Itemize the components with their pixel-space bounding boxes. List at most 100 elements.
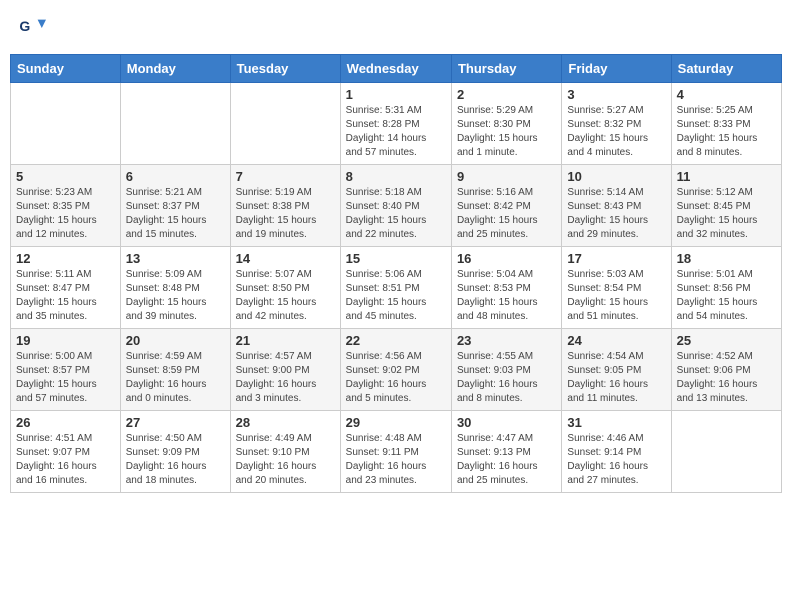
day-number: 30 [457,415,556,430]
day-info: Sunrise: 5:06 AM Sunset: 8:51 PM Dayligh… [346,268,446,324]
column-header-thursday: Thursday [451,55,561,83]
day-number: 12 [16,251,115,266]
day-number: 25 [677,333,776,348]
calendar-cell: 3 Sunrise: 5:27 AM Sunset: 8:32 PM Daylig… [562,83,671,165]
calendar-table: SundayMondayTuesdayWednesdayThursdayFrid… [10,54,782,493]
day-number: 27 [126,415,225,430]
day-info: Sunrise: 5:07 AM Sunset: 8:50 PM Dayligh… [236,268,335,324]
calendar-cell: 9 Sunrise: 5:16 AM Sunset: 8:42 PM Daylig… [451,165,561,247]
day-info: Sunrise: 4:54 AM Sunset: 9:05 PM Dayligh… [567,350,665,406]
calendar-cell: 19 Sunrise: 5:00 AM Sunset: 8:57 PM Dayli… [11,329,121,411]
day-number: 15 [346,251,446,266]
calendar-cell: 7 Sunrise: 5:19 AM Sunset: 8:38 PM Daylig… [230,165,340,247]
calendar-cell [671,411,781,493]
column-header-wednesday: Wednesday [340,55,451,83]
calendar-cell: 4 Sunrise: 5:25 AM Sunset: 8:33 PM Daylig… [671,83,781,165]
day-info: Sunrise: 4:46 AM Sunset: 9:14 PM Dayligh… [567,432,665,488]
day-number: 23 [457,333,556,348]
calendar-cell [11,83,121,165]
calendar-cell: 5Sunrise: 5:23 AM Sunset: 8:35 PM Daylig… [11,165,121,247]
calendar-cell: 22Sunrise: 4:56 AM Sunset: 9:02 PM Dayli… [340,329,451,411]
calendar-cell: 13 Sunrise: 5:09 AM Sunset: 8:48 PM Dayli… [120,247,230,329]
day-info: Sunrise: 5:18 AM Sunset: 8:40 PM Dayligh… [346,186,446,242]
calendar-cell: 26Sunrise: 4:51 AM Sunset: 9:07 PM Dayli… [11,411,121,493]
svg-text:G: G [19,18,30,34]
day-info: Sunrise: 5:25 AM Sunset: 8:33 PM Dayligh… [677,104,776,160]
day-number: 10 [567,169,665,184]
day-info: Sunrise: 5:03 AM Sunset: 8:54 PM Dayligh… [567,268,665,324]
day-info: Sunrise: 4:47 AM Sunset: 9:13 PM Dayligh… [457,432,556,488]
day-number: 17 [567,251,665,266]
calendar-cell: 15 Sunrise: 5:06 AM Sunset: 8:51 PM Dayli… [340,247,451,329]
logo-icon: G [18,14,46,42]
day-number: 9 [457,169,556,184]
calendar-week-row: 26Sunrise: 4:51 AM Sunset: 9:07 PM Dayli… [11,411,782,493]
day-number: 1 [346,87,446,102]
day-number: 16 [457,251,556,266]
day-number: 11 [677,169,776,184]
day-number: 18 [677,251,776,266]
calendar-cell: 23Sunrise: 4:55 AM Sunset: 9:03 PM Dayli… [451,329,561,411]
day-number: 4 [677,87,776,102]
day-number: 20 [126,333,225,348]
calendar-cell: 21 Sunrise: 4:57 AM Sunset: 9:00 PM Dayli… [230,329,340,411]
day-info: Sunrise: 5:31 AM Sunset: 8:28 PM Dayligh… [346,104,446,160]
day-number: 3 [567,87,665,102]
day-info: Sunrise: 5:09 AM Sunset: 8:48 PM Dayligh… [126,268,225,324]
calendar-cell: 30 Sunrise: 4:47 AM Sunset: 9:13 PM Dayli… [451,411,561,493]
day-number: 7 [236,169,335,184]
calendar-cell: 27 Sunrise: 4:50 AM Sunset: 9:09 PM Dayli… [120,411,230,493]
day-number: 2 [457,87,556,102]
calendar-cell: 25 Sunrise: 4:52 AM Sunset: 9:06 PM Dayli… [671,329,781,411]
calendar-cell: 24 Sunrise: 4:54 AM Sunset: 9:05 PM Dayli… [562,329,671,411]
day-number: 8 [346,169,446,184]
day-info: Sunrise: 5:12 AM Sunset: 8:45 PM Dayligh… [677,186,776,242]
day-info: Sunrise: 4:52 AM Sunset: 9:06 PM Dayligh… [677,350,776,406]
logo: G [18,14,48,42]
day-info: Sunrise: 5:04 AM Sunset: 8:53 PM Dayligh… [457,268,556,324]
day-info: Sunrise: 5:29 AM Sunset: 8:30 PM Dayligh… [457,104,556,160]
calendar-cell: 12 Sunrise: 5:11 AM Sunset: 8:47 PM Dayli… [11,247,121,329]
calendar-cell: 29 Sunrise: 4:48 AM Sunset: 9:11 PM Dayli… [340,411,451,493]
day-info: Sunrise: 5:11 AM Sunset: 8:47 PM Dayligh… [16,268,115,324]
day-number: 5 [16,169,115,184]
calendar-cell: 2 Sunrise: 5:29 AM Sunset: 8:30 PM Daylig… [451,83,561,165]
day-info: Sunrise: 5:01 AM Sunset: 8:56 PM Dayligh… [677,268,776,324]
calendar-week-row: 5Sunrise: 5:23 AM Sunset: 8:35 PM Daylig… [11,165,782,247]
day-info: Sunrise: 4:59 AM Sunset: 8:59 PM Dayligh… [126,350,225,406]
day-info: Sunrise: 5:00 AM Sunset: 8:57 PM Dayligh… [16,350,115,406]
calendar-week-row: 1 Sunrise: 5:31 AM Sunset: 8:28 PM Daylig… [11,83,782,165]
calendar-cell: 14 Sunrise: 5:07 AM Sunset: 8:50 PM Dayli… [230,247,340,329]
day-number: 13 [126,251,225,266]
day-info: Sunrise: 4:49 AM Sunset: 9:10 PM Dayligh… [236,432,335,488]
day-number: 14 [236,251,335,266]
day-number: 28 [236,415,335,430]
day-info: Sunrise: 5:27 AM Sunset: 8:32 PM Dayligh… [567,104,665,160]
day-number: 19 [16,333,115,348]
day-number: 31 [567,415,665,430]
calendar-cell: 17 Sunrise: 5:03 AM Sunset: 8:54 PM Dayli… [562,247,671,329]
column-header-tuesday: Tuesday [230,55,340,83]
calendar-cell: 6Sunrise: 5:21 AM Sunset: 8:37 PM Daylig… [120,165,230,247]
calendar-cell: 8 Sunrise: 5:18 AM Sunset: 8:40 PM Daylig… [340,165,451,247]
day-number: 24 [567,333,665,348]
day-number: 21 [236,333,335,348]
calendar-cell: 18 Sunrise: 5:01 AM Sunset: 8:56 PM Dayli… [671,247,781,329]
calendar-cell: 31 Sunrise: 4:46 AM Sunset: 9:14 PM Dayli… [562,411,671,493]
day-info: Sunrise: 4:50 AM Sunset: 9:09 PM Dayligh… [126,432,225,488]
calendar-cell: 20 Sunrise: 4:59 AM Sunset: 8:59 PM Dayli… [120,329,230,411]
day-info: Sunrise: 5:21 AM Sunset: 8:37 PM Dayligh… [126,186,225,242]
day-info: Sunrise: 4:51 AM Sunset: 9:07 PM Dayligh… [16,432,115,488]
day-info: Sunrise: 4:57 AM Sunset: 9:00 PM Dayligh… [236,350,335,406]
calendar-cell: 1 Sunrise: 5:31 AM Sunset: 8:28 PM Daylig… [340,83,451,165]
calendar-week-row: 12 Sunrise: 5:11 AM Sunset: 8:47 PM Dayli… [11,247,782,329]
day-number: 29 [346,415,446,430]
column-header-saturday: Saturday [671,55,781,83]
calendar-cell: 28 Sunrise: 4:49 AM Sunset: 9:10 PM Dayli… [230,411,340,493]
day-info: Sunrise: 5:16 AM Sunset: 8:42 PM Dayligh… [457,186,556,242]
calendar-cell: 10 Sunrise: 5:14 AM Sunset: 8:43 PM Dayli… [562,165,671,247]
column-header-sunday: Sunday [11,55,121,83]
day-info: Sunrise: 4:48 AM Sunset: 9:11 PM Dayligh… [346,432,446,488]
day-info: Sunrise: 5:19 AM Sunset: 8:38 PM Dayligh… [236,186,335,242]
day-info: Sunrise: 5:14 AM Sunset: 8:43 PM Dayligh… [567,186,665,242]
